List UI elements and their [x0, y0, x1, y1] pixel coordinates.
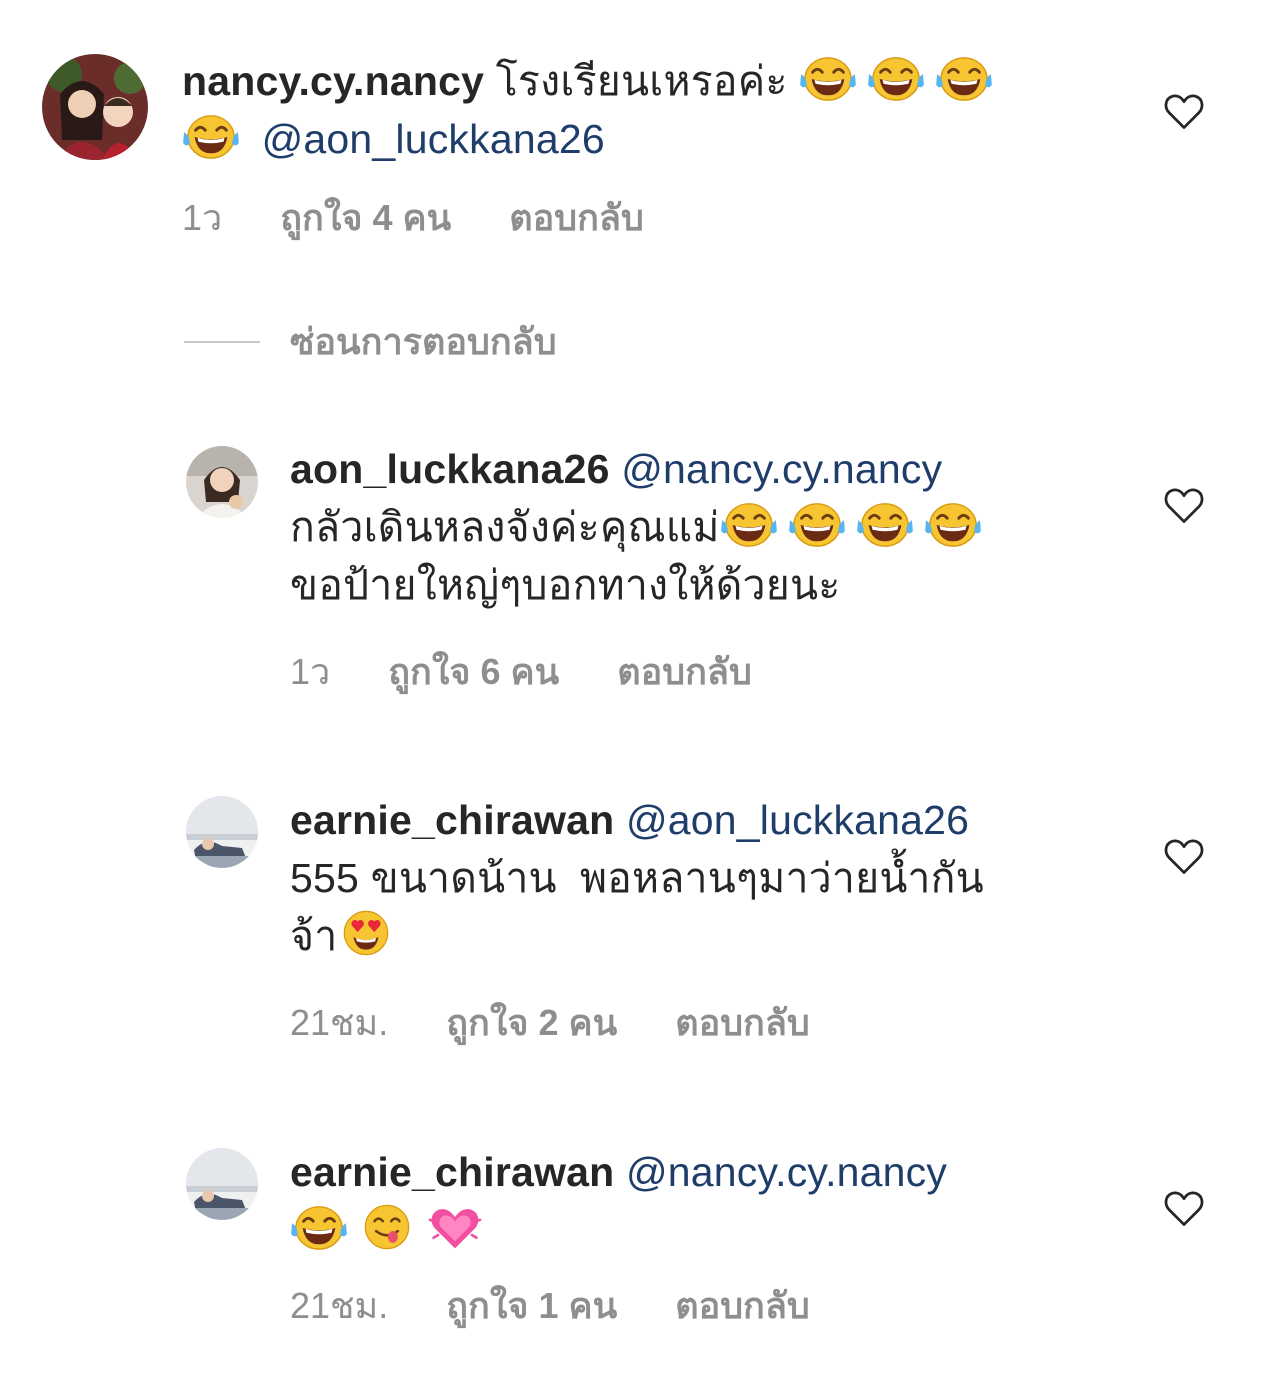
- comment-time: 21ชม.: [290, 1002, 389, 1043]
- like-heart-icon[interactable]: [1163, 1190, 1205, 1228]
- comment-username[interactable]: earnie_chirawan: [290, 1149, 614, 1195]
- likes-count[interactable]: ถูกใจ 1 คน: [446, 1284, 617, 1328]
- mention-link[interactable]: @aon_luckkana26: [262, 116, 605, 162]
- comment-meta: 21ชม. ถูกใจ 1 คน ตอบกลับ: [290, 1284, 810, 1328]
- face-with-tears-of-joy-icon: [290, 1202, 348, 1252]
- comment-time: 1ว: [182, 197, 223, 238]
- comment-body: aon_luckkana26 @nancy.cy.nancy กลัวเดินห…: [290, 440, 1150, 614]
- mention-link[interactable]: @nancy.cy.nancy: [626, 1149, 947, 1195]
- comment-username[interactable]: nancy.cy.nancy: [182, 58, 484, 104]
- comment-body: earnie_chirawan @nancy.cy.nancy: [290, 1143, 1170, 1259]
- comment-username[interactable]: aon_luckkana26: [290, 446, 610, 492]
- reply-button[interactable]: ตอบกลับ: [675, 1001, 810, 1045]
- hide-replies-label[interactable]: ซ่อนการตอบกลับ: [290, 318, 557, 366]
- avatar[interactable]: [186, 796, 258, 868]
- comment-time: 1ว: [290, 651, 331, 692]
- face-with-tears-of-joy-icon: [935, 53, 993, 103]
- comment-meta: 21ชม. ถูกใจ 2 คน ตอบกลับ: [290, 1001, 810, 1045]
- avatar[interactable]: [42, 54, 148, 160]
- like-heart-icon[interactable]: [1163, 93, 1205, 131]
- comment-meta: 1ว ถูกใจ 4 คน ตอบกลับ: [182, 196, 644, 240]
- comment-time: 21ชม.: [290, 1285, 389, 1326]
- comment-username[interactable]: earnie_chirawan: [290, 797, 614, 843]
- reply-button[interactable]: ตอบกลับ: [675, 1284, 810, 1328]
- growing-heart-icon: [426, 1202, 484, 1252]
- face-with-tears-of-joy-icon: [867, 53, 925, 103]
- comment-text: จ้า: [290, 913, 338, 959]
- likes-count[interactable]: ถูกใจ 2 คน: [446, 1001, 617, 1045]
- avatar[interactable]: [186, 1148, 258, 1220]
- comment-text: ขอป้ายใหญ่ๆบอกทางให้ด้วยนะ: [290, 562, 841, 608]
- avatar[interactable]: [186, 446, 258, 518]
- face-with-tears-of-joy-icon: [799, 53, 857, 103]
- face-with-tears-of-joy-icon: [182, 111, 240, 161]
- face-with-tears-of-joy-icon: [720, 499, 778, 549]
- reply-button[interactable]: ตอบกลับ: [509, 196, 644, 240]
- reply-button[interactable]: ตอบกลับ: [617, 650, 752, 694]
- like-heart-icon[interactable]: [1163, 487, 1205, 525]
- mention-link[interactable]: @aon_luckkana26: [626, 797, 969, 843]
- likes-count[interactable]: ถูกใจ 6 คน: [388, 650, 559, 694]
- comment-body: nancy.cy.nancy โรงเรียนเหรอค่ะ @aon_luck…: [182, 52, 1142, 168]
- face-with-tears-of-joy-icon: [788, 499, 846, 549]
- mention-link[interactable]: @nancy.cy.nancy: [621, 446, 942, 492]
- comment-body: earnie_chirawan @aon_luckkana26 555 ขนาด…: [290, 791, 1170, 965]
- face-with-tears-of-joy-icon: [856, 499, 914, 549]
- like-heart-icon[interactable]: [1163, 838, 1205, 876]
- comment-text: กลัวเดินหลงจังค่ะคุณแม่: [290, 504, 720, 550]
- face-savoring-food-icon: [358, 1202, 416, 1252]
- heart-eyes-face-icon: [337, 908, 395, 958]
- comment-meta: 1ว ถูกใจ 6 คน ตอบกลับ: [290, 650, 752, 694]
- comment-text: 555 ขนาดน้าน พอหลานๆมาว่ายน้ำกัน: [290, 855, 984, 901]
- face-with-tears-of-joy-icon: [924, 499, 982, 549]
- comment-text: โรงเรียนเหรอค่ะ: [495, 58, 788, 104]
- divider: [184, 341, 260, 343]
- likes-count[interactable]: ถูกใจ 4 คน: [280, 196, 451, 240]
